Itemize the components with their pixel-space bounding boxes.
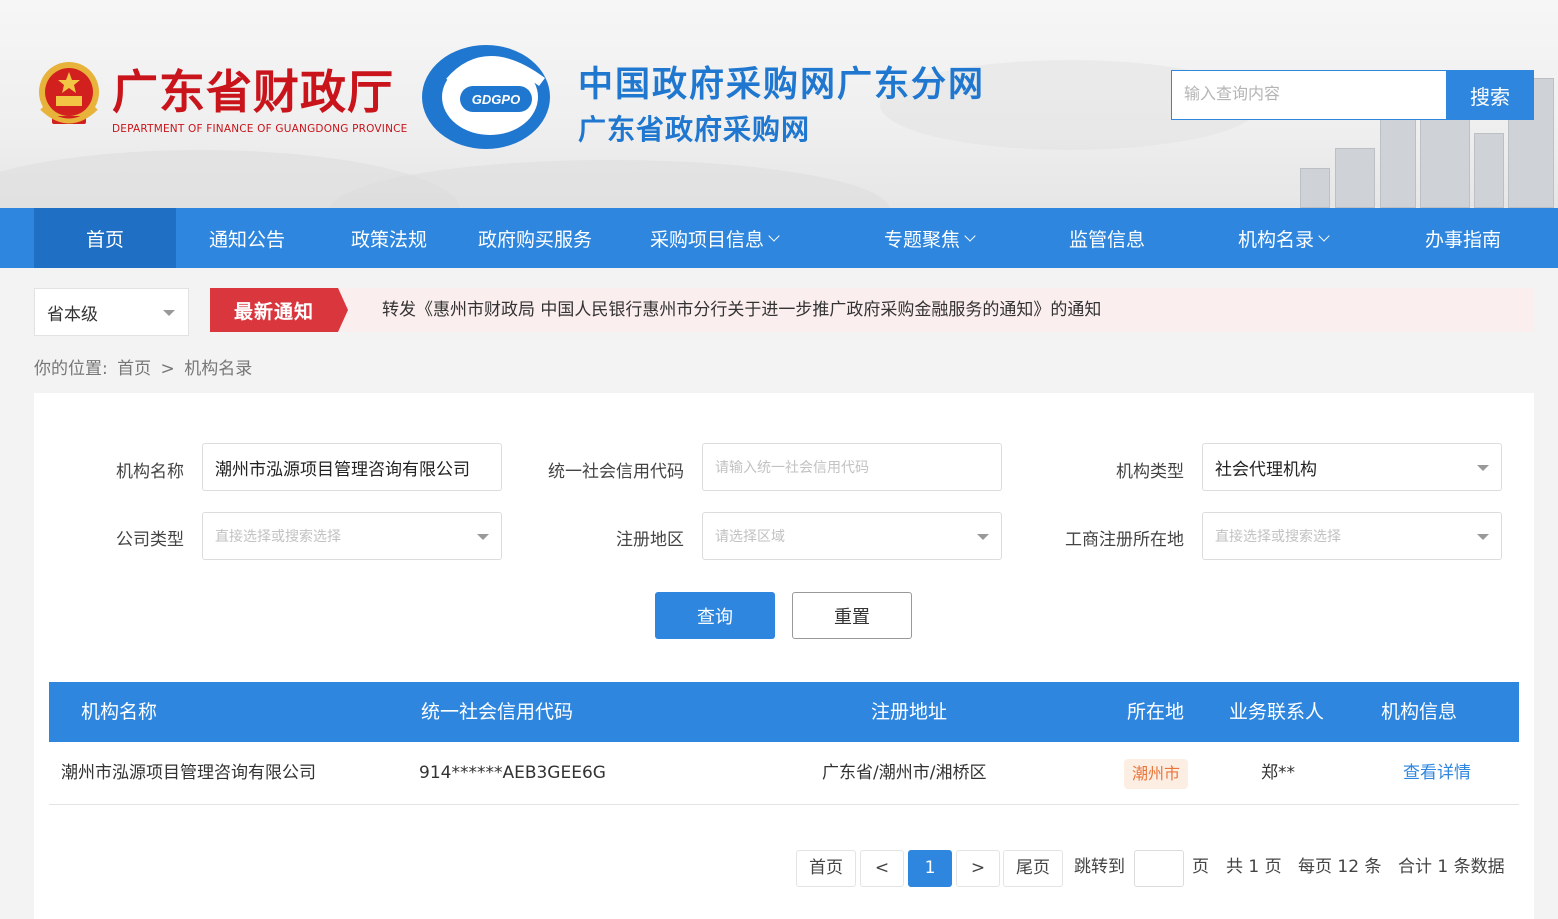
- main-nav: 首页 通知公告 政策法规 政府购买服务 采购项目信息 专题聚焦 监管信息 机构名…: [0, 208, 1558, 268]
- pagination-last[interactable]: 尾页: [1003, 850, 1063, 887]
- search-button[interactable]: 搜索: [1446, 70, 1534, 120]
- cell-org-name: 潮州市泓源项目管理咨询有限公司: [61, 763, 316, 783]
- nav-item-label: 监管信息: [1068, 228, 1145, 251]
- company-type-select[interactable]: 直接选择或搜索选择: [202, 512, 502, 560]
- region-label: 注册地区: [616, 530, 684, 550]
- notice-bar: 最新通知 转发《惠州市财政局 中国人民银行惠州市分行关于进一步推广政府采购金融服…: [210, 288, 1534, 332]
- breadcrumb: 你的位置: 首页 > 机构名录: [34, 354, 256, 379]
- nav-item-policies[interactable]: 政策法规: [318, 208, 460, 268]
- logo-text: GDGPO: [472, 92, 520, 107]
- city-tag: 潮州市: [1124, 759, 1189, 789]
- notice-badge: 最新通知: [210, 288, 348, 332]
- nav-item-label: 首页: [85, 228, 124, 251]
- biz-reg-placeholder: 直接选择或搜索选择: [1215, 529, 1341, 545]
- org-name-input[interactable]: 潮州市泓源项目管理咨询有限公司: [202, 443, 502, 491]
- national-emblem-icon: [39, 62, 99, 124]
- breadcrumb-prefix: 你的位置:: [34, 359, 108, 379]
- query-button[interactable]: 查询: [655, 592, 775, 639]
- page-unit-label: 页: [1192, 857, 1209, 877]
- chevron-down-icon: [768, 229, 780, 242]
- level-select[interactable]: 省本级: [34, 288, 189, 336]
- credit-code-placeholder: 请输入统一社会信用代码: [715, 460, 869, 476]
- chevron-down-icon: [964, 229, 976, 242]
- region-select[interactable]: 请选择区域: [702, 512, 1002, 560]
- biz-reg-label: 工商注册所在地: [1065, 530, 1184, 550]
- org-type-select[interactable]: 社会代理机构: [1202, 443, 1502, 491]
- background-mountain: [330, 160, 890, 208]
- pagination-page-current[interactable]: 1: [908, 850, 952, 887]
- gdgpo-logo-icon: GDGPO: [422, 45, 550, 149]
- cell-address: 广东省/潮州市/湘桥区: [822, 763, 987, 783]
- pagination-first[interactable]: 首页: [796, 850, 856, 887]
- nav-item-project-info[interactable]: 采购项目信息: [628, 208, 800, 268]
- dropdown-arrow-icon: [477, 534, 489, 540]
- view-details-link[interactable]: 查看详情: [1403, 742, 1471, 805]
- dropdown-arrow-icon: [163, 310, 175, 316]
- org-type-value: 社会代理机构: [1215, 459, 1317, 480]
- pagination-next[interactable]: >: [956, 850, 1000, 887]
- breadcrumb-separator: >: [160, 359, 175, 379]
- nav-item-topics[interactable]: 专题聚焦: [858, 208, 1000, 268]
- column-header-address: 注册地址: [871, 701, 948, 723]
- nav-item-guide[interactable]: 办事指南: [1392, 208, 1534, 268]
- credit-code-label: 统一社会信用代码: [548, 462, 684, 482]
- dropdown-arrow-icon: [977, 534, 989, 540]
- site-title: 中国政府采购网广东分网: [578, 65, 986, 105]
- nav-item-label: 通知公告: [208, 228, 285, 251]
- nav-item-label: 政府购买服务: [477, 228, 592, 251]
- site-header: 广东省财政厅 DEPARTMENT OF FINANCE OF GUANGDON…: [0, 0, 1558, 208]
- per-page: 每页 12 条: [1298, 857, 1382, 877]
- main-panel: 机构名称 潮州市泓源项目管理咨询有限公司 统一社会信用代码 请输入统一社会信用代…: [34, 393, 1534, 919]
- goto-page-input[interactable]: [1134, 850, 1184, 887]
- background-building: [1300, 168, 1330, 208]
- background-building: [1335, 148, 1375, 208]
- company-type-placeholder: 直接选择或搜索选择: [215, 529, 341, 545]
- department-name: 广东省财政厅: [112, 65, 394, 119]
- column-header-org-name: 机构名称: [81, 701, 158, 723]
- department-name-en: DEPARTMENT OF FINANCE OF GUANGDONG PROVI…: [112, 123, 408, 135]
- background-building: [1474, 133, 1504, 208]
- cell-contact: 郑**: [1261, 763, 1295, 783]
- column-header-city: 所在地: [1127, 701, 1185, 723]
- cell-credit-code: 914******AEB3GEE6G: [419, 763, 606, 783]
- biz-reg-select[interactable]: 直接选择或搜索选择: [1202, 512, 1502, 560]
- nav-item-home[interactable]: 首页: [34, 208, 176, 268]
- column-header-info: 机构信息: [1381, 701, 1458, 723]
- total-records: 合计 1 条数据: [1398, 857, 1505, 877]
- site-subtitle: 广东省政府采购网: [578, 113, 811, 146]
- nav-item-supervision[interactable]: 监管信息: [1036, 208, 1178, 268]
- nav-item-label: 政策法规: [350, 228, 427, 251]
- background-building: [1380, 118, 1416, 208]
- nav-item-label: 机构名录: [1237, 228, 1314, 251]
- search-input[interactable]: [1171, 70, 1447, 120]
- nav-item-notices[interactable]: 通知公告: [176, 208, 318, 268]
- chevron-down-icon: [1318, 229, 1330, 242]
- dropdown-arrow-icon: [1477, 465, 1489, 471]
- table-row: 潮州市泓源项目管理咨询有限公司 914******AEB3GEE6G 广东省/潮…: [49, 742, 1519, 805]
- nav-item-label: 专题聚焦: [883, 228, 960, 251]
- reset-button[interactable]: 重置: [792, 592, 912, 639]
- region-placeholder: 请选择区域: [715, 529, 785, 545]
- org-name-label: 机构名称: [116, 462, 184, 482]
- nav-item-label: 采购项目信息: [649, 228, 764, 251]
- column-header-contact: 业务联系人: [1229, 701, 1325, 723]
- goto-label: 跳转到: [1074, 857, 1125, 877]
- total-pages: 共 1 页: [1226, 857, 1282, 877]
- org-name-value: 潮州市泓源项目管理咨询有限公司: [215, 459, 470, 480]
- breadcrumb-current: 机构名录: [184, 359, 253, 379]
- org-type-label: 机构类型: [1116, 462, 1184, 482]
- nav-item-gov-services[interactable]: 政府购买服务: [460, 208, 610, 268]
- nav-item-org-directory[interactable]: 机构名录: [1212, 208, 1354, 268]
- breadcrumb-home[interactable]: 首页: [117, 359, 151, 379]
- column-header-credit-code: 统一社会信用代码: [421, 701, 574, 723]
- results-table-header: 机构名称 统一社会信用代码 注册地址 所在地 业务联系人 机构信息: [49, 682, 1519, 742]
- level-select-value: 省本级: [47, 304, 98, 325]
- nav-item-label: 办事指南: [1424, 228, 1501, 251]
- company-type-label: 公司类型: [116, 530, 184, 550]
- notice-link[interactable]: 转发《惠州市财政局 中国人民银行惠州市分行关于进一步推广政府采购金融服务的通知》…: [382, 288, 1101, 332]
- pagination-prev[interactable]: <: [860, 850, 904, 887]
- dropdown-arrow-icon: [1477, 534, 1489, 540]
- credit-code-input[interactable]: 请输入统一社会信用代码: [702, 443, 1002, 491]
